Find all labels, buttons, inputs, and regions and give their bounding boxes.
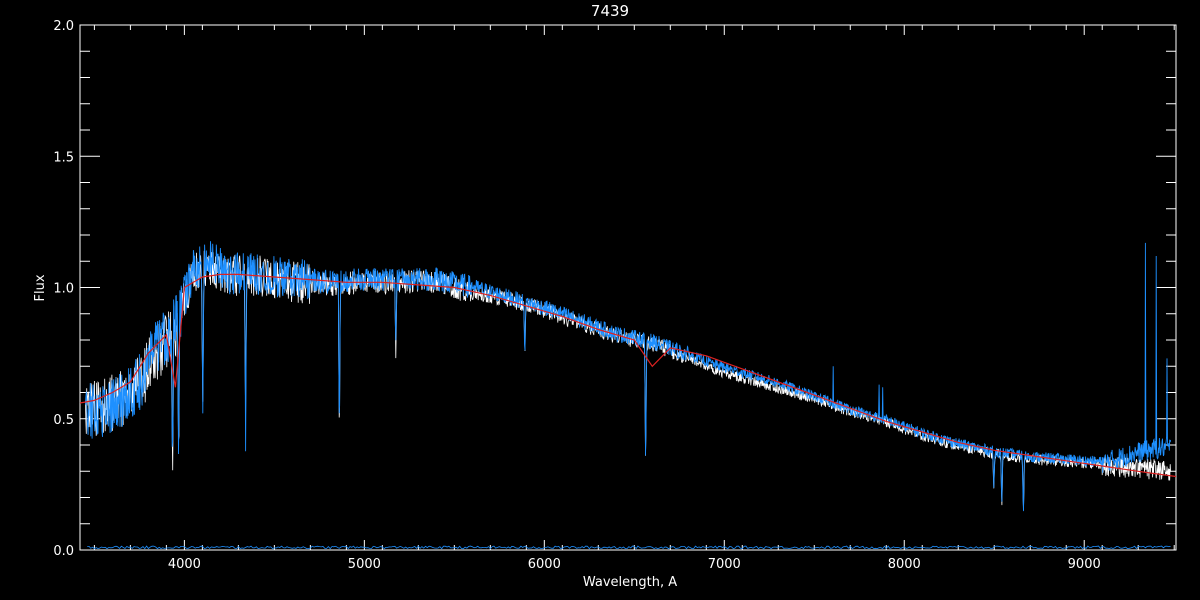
x-tick-label: 7000: [708, 557, 741, 572]
x-tick-label: 4000: [168, 557, 201, 572]
chart-title: 7439: [591, 2, 629, 20]
x-tick-label: 8000: [888, 557, 921, 572]
y-tick-label: 1.0: [53, 282, 74, 297]
y-tick-label: 1.5: [53, 150, 74, 165]
x-axis-label: Wavelength, A: [583, 575, 677, 590]
y-axis-label: Flux: [33, 274, 48, 301]
y-tick-label: 0.0: [53, 544, 74, 559]
spectrum-chart: 7439 Wavelength, A Flux 4000 5000 6000 7000…: [0, 0, 1200, 600]
x-tick-label: 9000: [1068, 557, 1101, 572]
y-tick-label: 0.5: [53, 413, 74, 428]
x-tick-label: 5000: [348, 557, 381, 572]
x-tick-label: 6000: [528, 557, 561, 572]
y-tick-label: 2.0: [53, 19, 74, 34]
